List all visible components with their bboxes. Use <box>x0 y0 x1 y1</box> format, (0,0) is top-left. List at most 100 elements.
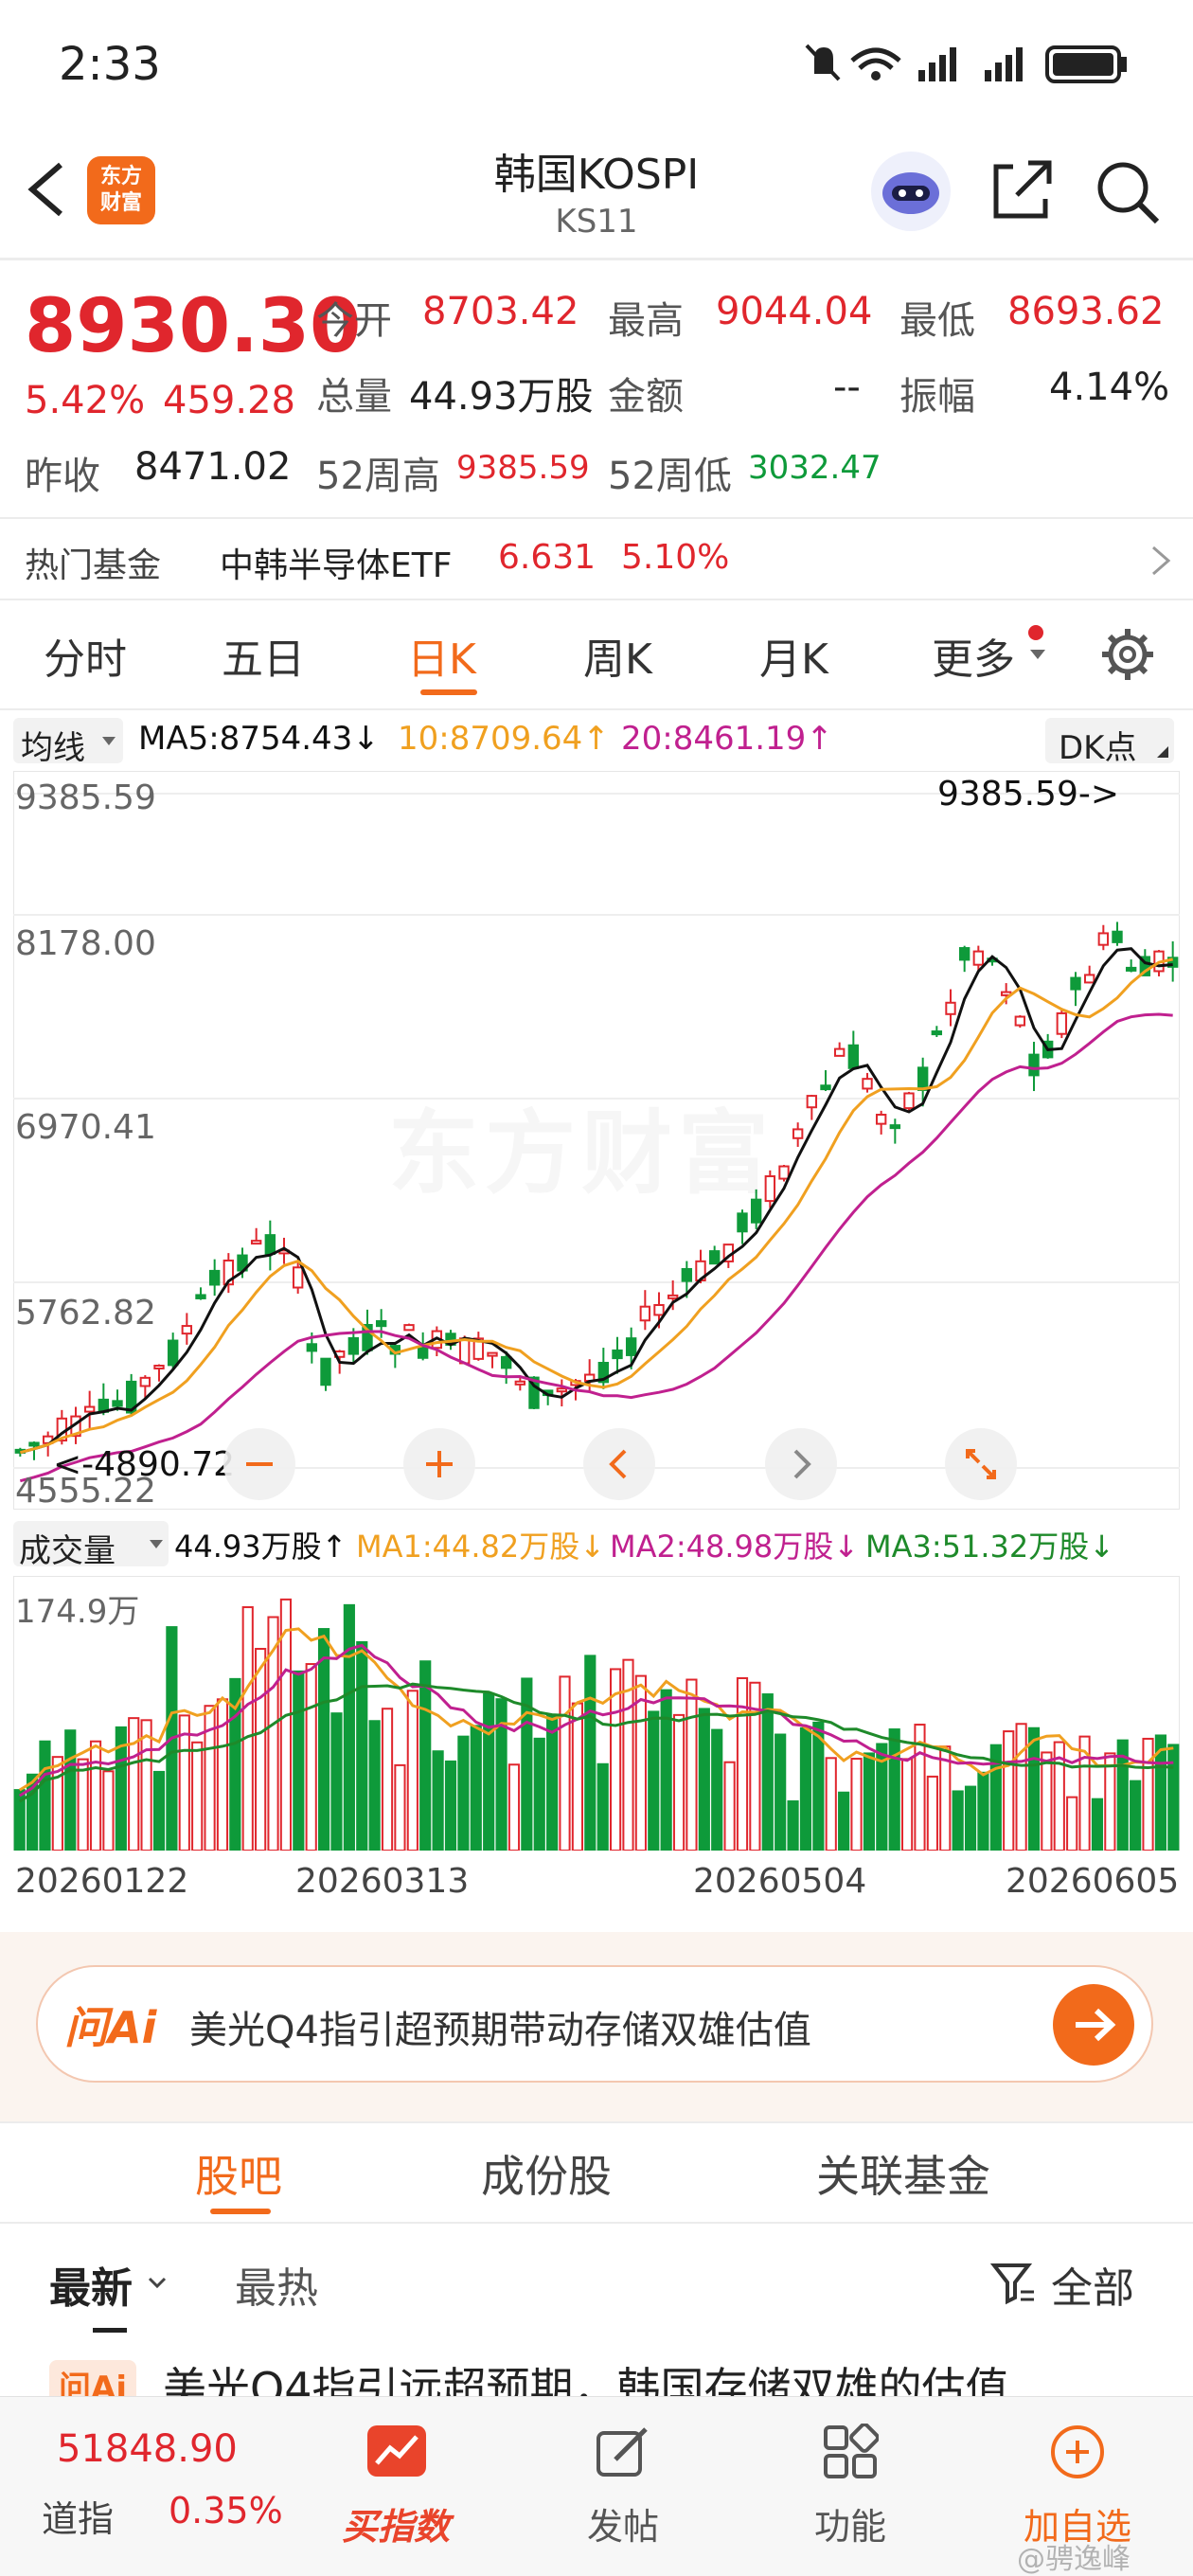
volume-bar <box>596 1762 609 1851</box>
volume-bar <box>394 1763 406 1851</box>
sort-latest[interactable]: 最新 <box>49 2254 182 2313</box>
edit-icon <box>596 2427 648 2477</box>
tab-5day[interactable]: 五日 <box>222 625 305 686</box>
volume-bar <box>432 1750 444 1851</box>
dk-point-button[interactable]: DK点 <box>1045 718 1174 767</box>
filter-button[interactable]: 全部 <box>990 2254 1151 2313</box>
volume-bar <box>39 1740 51 1851</box>
volume-bar <box>507 1763 521 1851</box>
tab-constituents[interactable]: 成份股 <box>481 2142 612 2205</box>
candle-body <box>306 1343 318 1352</box>
volume-chart[interactable] <box>13 1576 1180 1851</box>
ai-question-bar[interactable]: 问Ai 美光Q4指引超预期带动存储双雄估值 <box>36 1965 1153 2083</box>
volume-bar <box>1104 1752 1116 1851</box>
candle-body <box>1070 976 1081 991</box>
pan-left-button[interactable] <box>583 1428 655 1500</box>
candle-body <box>847 1044 860 1069</box>
pan-right-button[interactable] <box>765 1428 837 1500</box>
tab-monthly-k[interactable]: 月K <box>759 625 828 686</box>
volume-bar <box>152 1770 166 1851</box>
volume-bar <box>1142 1737 1154 1851</box>
candle-body <box>653 1303 665 1316</box>
hot-fund-pct: 5.10% <box>621 538 730 577</box>
tab-more[interactable]: 更多 <box>932 625 1015 686</box>
ma-selector[interactable]: 均线 <box>13 718 123 767</box>
ai-label: 问Ai <box>64 2002 157 2053</box>
candle-body <box>875 1114 887 1125</box>
caret-down-icon <box>102 737 116 745</box>
candle-body <box>500 1355 512 1369</box>
volume-bar <box>470 1725 482 1851</box>
volume-bar <box>863 1752 876 1851</box>
index-name[interactable]: 道指 <box>42 2490 114 2542</box>
prev-close-label: 昨收 <box>25 455 100 498</box>
post-preview[interactable]: 问Ai 美光Q4指引远超预期，韩国存储双雄的估值 <box>0 2352 1193 2396</box>
divider <box>0 2222 1193 2224</box>
volume-value: 44.93万股 <box>409 375 594 419</box>
candle-body <box>514 1380 526 1386</box>
candle-body <box>458 1337 471 1365</box>
volume-bar <box>825 1757 837 1851</box>
search-icon[interactable] <box>1089 153 1165 229</box>
tab-fenshi[interactable]: 分时 <box>44 625 127 686</box>
tab-related-funds[interactable]: 关联基金 <box>816 2142 990 2205</box>
volume-selector[interactable]: 成交量 <box>13 1521 169 1570</box>
buy-index-button[interactable]: 买指数 <box>329 2406 462 2567</box>
robot-assistant-icon[interactable] <box>871 152 951 231</box>
volume-bar <box>977 1771 989 1851</box>
tab-daily-k[interactable]: 日K <box>407 625 476 686</box>
volume-bar <box>888 1728 900 1851</box>
candle-body <box>889 1124 901 1130</box>
post-button[interactable]: 发帖 <box>557 2406 689 2567</box>
bottom-nav: 51848.90 道指 0.35% 买指数 发帖 功能 加自选 @骋逸峰 <box>0 2396 1193 2576</box>
volume-bar <box>1027 1726 1041 1851</box>
volume-bar <box>128 1717 140 1851</box>
volume-bar <box>787 1800 799 1851</box>
volume-bar <box>406 1690 418 1851</box>
volume-bar <box>293 1670 305 1851</box>
minus-icon <box>246 1462 273 1466</box>
candle-body <box>195 1294 206 1299</box>
volume-bar <box>77 1758 89 1851</box>
prev-close-value: 8471.02 <box>134 445 292 489</box>
tab-weekly-k[interactable]: 周K <box>583 625 652 686</box>
candle-body <box>833 1047 846 1057</box>
candle-body <box>1097 932 1110 946</box>
candle-body <box>862 1078 873 1090</box>
chevron-right-icon <box>1152 546 1171 576</box>
expand-icon <box>966 1449 996 1479</box>
function-button[interactable]: 功能 <box>784 2406 917 2567</box>
low-label: 最低 <box>899 299 975 343</box>
zoom-in-button[interactable] <box>403 1428 475 1500</box>
date-label: 20260122 <box>15 1862 189 1901</box>
low-value: 8693.62 <box>1007 290 1165 333</box>
tab-guba[interactable]: 股吧 <box>195 2142 282 2205</box>
volume-axis-label: 174.9万 <box>15 1593 140 1631</box>
volume-bar <box>686 1678 698 1851</box>
corner-caret-icon <box>1157 746 1168 758</box>
gear-icon[interactable] <box>1098 625 1157 684</box>
candle-body <box>556 1387 568 1393</box>
share-icon[interactable] <box>985 153 1060 229</box>
ai-go-button[interactable] <box>1053 1984 1134 2066</box>
hot-fund-row[interactable]: 热门基金 中韩半导体ETF 6.631 5.10% <box>0 521 1193 597</box>
divider <box>0 517 1193 519</box>
high-annotation: 9385.59-> <box>937 775 1120 814</box>
amount-label: 金额 <box>608 375 684 419</box>
volume-bar <box>368 1720 381 1851</box>
fullscreen-button[interactable] <box>945 1428 1017 1500</box>
sort-hot[interactable]: 最热 <box>235 2254 318 2315</box>
current-price: 8930.30 <box>25 284 362 369</box>
candle-body <box>139 1376 151 1387</box>
candle-body <box>83 1405 96 1413</box>
volume-bar <box>1130 1780 1142 1851</box>
candle-body <box>1125 966 1137 972</box>
sort-latest-underline <box>93 2328 127 2333</box>
post-ai-tag: 问Ai <box>49 2360 136 2396</box>
zoom-out-button[interactable] <box>223 1428 295 1500</box>
volume-bar <box>241 1606 254 1851</box>
candle-body <box>931 1030 943 1036</box>
chevron-left-icon <box>609 1449 627 1479</box>
volume-bar <box>255 1648 267 1851</box>
ma-selector-label: 均线 <box>21 729 85 767</box>
